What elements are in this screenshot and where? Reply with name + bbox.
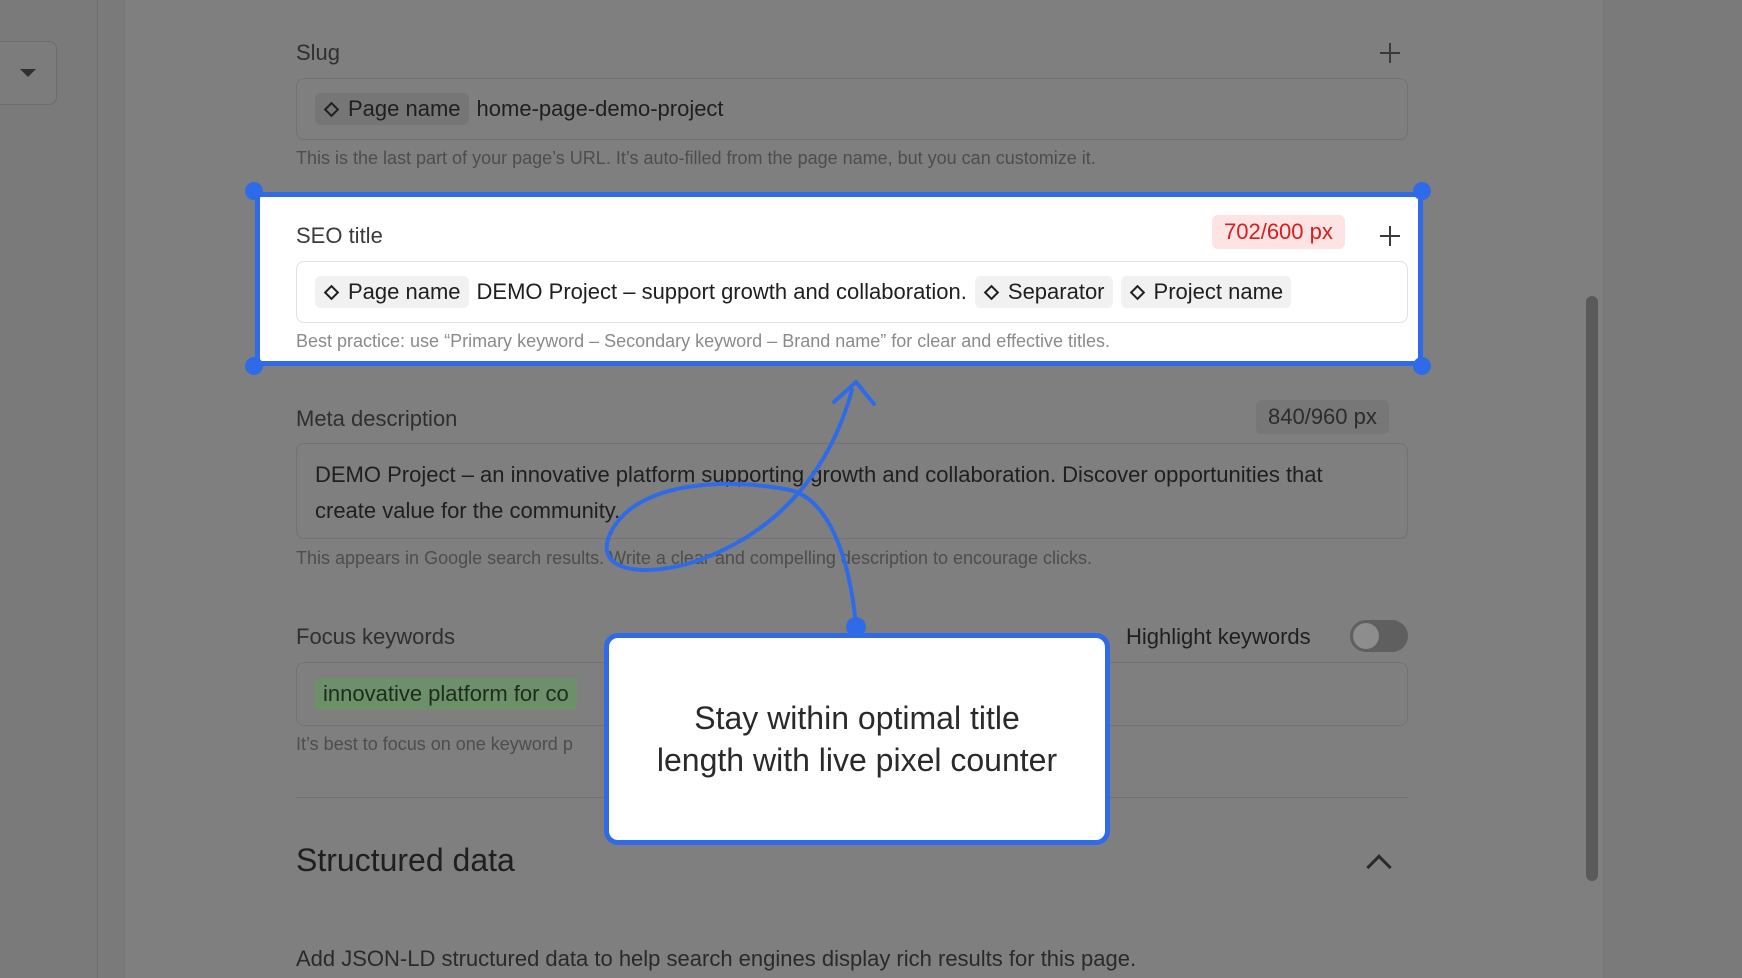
meta-help: This appears in Google search results. W… — [296, 548, 1093, 568]
caret-down-icon — [20, 69, 36, 77]
slug-variable-chip[interactable]: Page name — [315, 93, 469, 125]
seo-chip-separator[interactable]: Separator — [974, 276, 1113, 308]
meta-description-label: Meta description — [296, 406, 458, 431]
tooltip-callout: Stay within optimal title length with li… — [604, 633, 1110, 845]
selection-handle-bl — [245, 357, 263, 375]
slug-input[interactable]: Page name home-page-demo-project — [296, 78, 1408, 140]
seo-chip-label: Project name — [1153, 279, 1284, 304]
meta-description-input[interactable]: DEMO Project – an innovative platform su… — [296, 443, 1408, 539]
structured-data-description: Add JSON-LD structured data to help sear… — [296, 946, 1137, 971]
add-slug-variable-icon[interactable] — [1380, 43, 1400, 63]
selection-handle-tl — [245, 182, 263, 200]
slug-chip-label: Page name — [348, 96, 461, 121]
seo-title-input[interactable]: Page name DEMO Project – support growth … — [296, 261, 1408, 323]
selection-handle-br — [1413, 357, 1431, 375]
callout-text: Stay within optimal title length with li… — [656, 700, 1058, 778]
slug-label: Slug — [296, 40, 341, 65]
seo-title-help: Best practice: use “Primary keyword – Se… — [296, 331, 1111, 351]
seo-chip-label: Separator — [1007, 279, 1105, 304]
seo-chip-page-name[interactable]: Page name — [315, 276, 469, 308]
seo-title-text: DEMO Project – support growth and collab… — [476, 279, 967, 304]
variable-diamond-icon — [1129, 284, 1145, 300]
seo-title-highlight: SEO title 702/600 px Page name DEMO Proj… — [255, 192, 1423, 366]
variable-diamond-icon — [323, 284, 340, 300]
seo-chip-project-name[interactable]: Project name — [1120, 276, 1292, 308]
highlight-keywords-toggle[interactable] — [1350, 620, 1408, 652]
slug-help: This is the last part of your page’s URL… — [296, 148, 1096, 168]
selection-handle-tr — [1413, 182, 1431, 200]
meta-pixel-counter: 840/960 px — [1256, 400, 1389, 434]
structured-data-title: Structured data — [296, 842, 515, 878]
focus-help: It’s best to focus on one keyword p — [296, 734, 573, 754]
highlight-keywords-label: Highlight keywords — [1126, 624, 1311, 649]
toggle-knob — [1353, 623, 1379, 649]
focus-keywords-label: Focus keywords — [296, 624, 455, 649]
left-sidebar — [0, 0, 98, 978]
seo-title-label: SEO title — [296, 223, 383, 248]
add-seo-variable-icon[interactable] — [1380, 226, 1400, 246]
scrollbar[interactable] — [1586, 296, 1598, 881]
variable-diamond-icon — [323, 101, 340, 117]
slug-value: home-page-demo-project — [476, 96, 724, 121]
seo-title-pixel-counter: 702/600 px — [1212, 215, 1345, 249]
keyword-chip[interactable]: innovative platform for co — [315, 678, 577, 710]
collapse-dropdown[interactable] — [0, 41, 57, 105]
seo-chip-label: Page name — [348, 279, 461, 304]
variable-diamond-icon — [983, 284, 1000, 300]
